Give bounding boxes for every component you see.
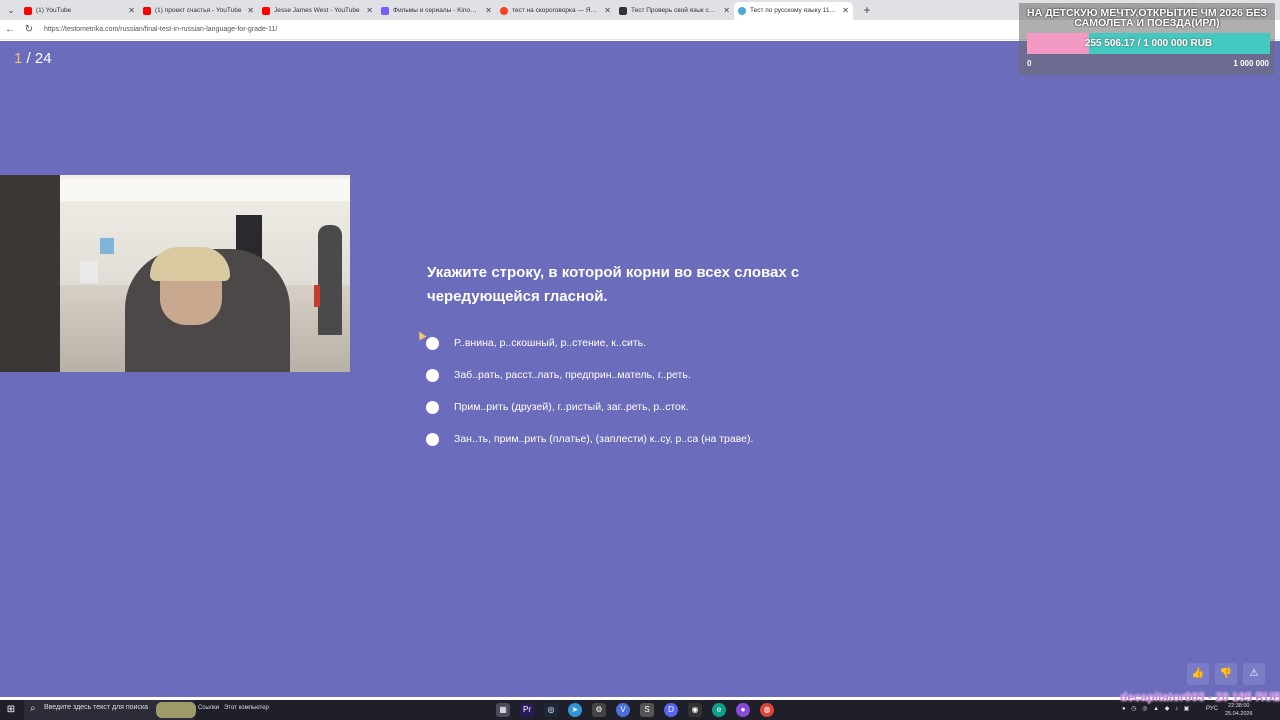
- tab-label: Фильмы и сериалы - Kinobox.in: [393, 7, 480, 14]
- discord-icon[interactable]: D: [664, 703, 678, 717]
- thumbs-up-icon[interactable]: 👍: [1187, 663, 1209, 685]
- tab-label: Тест по русскому языку 11 класс: [750, 7, 837, 14]
- tray-icons[interactable]: ● ◷ ◎ ▲ ◆ ♪ ▣: [1122, 705, 1191, 712]
- app-icon[interactable]: ●: [736, 703, 750, 717]
- tab-label: (1) проект счастья - YouTube: [155, 7, 242, 14]
- tab-label: Jesse James West - YouTube: [274, 7, 360, 14]
- question-counter: 1 / 24: [14, 50, 52, 67]
- tab-label: (1) YouTube: [36, 7, 72, 14]
- answer-label: Р..внина, р..скошный, р..стение, к..сить…: [454, 337, 647, 349]
- taskbar-apps: ▦ Pr ◎ ➤ ⚙ V S D ◉ e ● ◍: [496, 703, 784, 717]
- youtube-icon: [143, 7, 151, 15]
- answer-option[interactable]: Зан..ть, прим..рить (платье), (заплести)…: [426, 423, 753, 455]
- answer-label: Зан..ть, прим..рить (платье), (заплести)…: [454, 433, 754, 445]
- goal-progress-bar: 255 506.17 / 1 000 000 RUB: [1027, 33, 1270, 54]
- language-indicator[interactable]: РУС: [1206, 706, 1218, 712]
- play-icon: [381, 7, 389, 15]
- answer-option[interactable]: Прим..рить (друзей), г..ристый, заг..рет…: [426, 391, 753, 423]
- close-icon[interactable]: ✕: [723, 2, 730, 20]
- webcam-figure: [318, 225, 342, 335]
- settings-gear-icon[interactable]: ⚙: [592, 703, 606, 717]
- new-tab-button[interactable]: +: [860, 2, 874, 18]
- clock-date: 25.04.2026: [1225, 711, 1253, 717]
- close-icon[interactable]: ✕: [128, 2, 135, 20]
- tab-test-russian[interactable]: Тест по русскому языку 11 класс ✕: [734, 2, 853, 20]
- warning-icon[interactable]: ⚠: [1243, 663, 1265, 685]
- quiz-page: 1 / 24 Укажите строку, в которой корни в…: [0, 41, 1280, 697]
- premiere-icon[interactable]: Pr: [520, 703, 534, 717]
- tab-kinobox[interactable]: Фильмы и сериалы - Kinobox.in ✕: [377, 2, 496, 20]
- tab-youtube-1[interactable]: (1) YouTube ✕: [20, 2, 139, 20]
- back-arrow-icon[interactable]: ←: [3, 23, 17, 37]
- current-question: 1: [14, 50, 23, 67]
- search-placeholder: Введите здесь текст для поиска: [44, 704, 149, 711]
- reload-icon[interactable]: ↻: [22, 23, 36, 37]
- close-icon[interactable]: ✕: [604, 2, 611, 20]
- donation-alert: decapitator003 - 20 195 RUB: [1120, 690, 1280, 704]
- webcam-streamer-hair: [150, 247, 230, 281]
- windows-taskbar: ⊞ ⌕ Введите здесь текст для поиска Ссылк…: [0, 700, 1280, 720]
- tab-label: тест на скороговорка — Яндекс: [512, 7, 599, 14]
- links-toolbar[interactable]: Ссылки: [198, 705, 219, 711]
- url-field[interactable]: https://testometrika.com/russian/final-t…: [44, 24, 277, 36]
- youtube-icon: [24, 7, 32, 15]
- question-text: Укажите строку, в которой корни во всех …: [427, 264, 800, 305]
- vpn-icon[interactable]: V: [616, 703, 630, 717]
- close-icon[interactable]: ✕: [842, 2, 849, 20]
- search-icon: ⌕: [30, 703, 36, 714]
- answer-option[interactable]: Заб..рать, расст..лать, предприн..матель…: [426, 359, 753, 391]
- webcam-extinguisher: [314, 285, 320, 307]
- answer-label: Заб..рать, расст..лать, предприн..матель…: [454, 369, 691, 381]
- webcam-jersey: [80, 261, 98, 283]
- system-tray: ● ◷ ◎ ▲ ◆ ♪ ▣ РУС: [1120, 702, 1280, 718]
- tab-yandex[interactable]: тест на скороговорка — Яндекс ✕: [496, 2, 615, 20]
- answer-label: Прим..рить (друзей), г..ристый, заг..рет…: [454, 401, 689, 413]
- this-pc-toolbar[interactable]: Этот компьютер: [224, 705, 269, 711]
- answer-option[interactable]: Р..внина, р..скошный, р..стение, к..сить…: [426, 327, 753, 359]
- radio-button[interactable]: [426, 336, 439, 350]
- tab-strip: (1) YouTube ✕ (1) проект счастья - YouTu…: [20, 2, 853, 20]
- testometrika-icon: [738, 7, 746, 15]
- chrome-icon[interactable]: ◍: [760, 703, 774, 717]
- taskbar-clock[interactable]: 22:38:00 25.04.2026: [1225, 702, 1253, 718]
- webcam-shadow: [0, 175, 60, 372]
- radio-button[interactable]: [426, 432, 439, 446]
- task-view-icon[interactable]: ▦: [496, 703, 510, 717]
- goal-min: 0: [1027, 59, 1032, 68]
- tab-label: Тест Проверь свой язык скорог: [631, 7, 718, 14]
- total-questions: / 24: [26, 50, 52, 67]
- windows-start-icon[interactable]: ⊞: [4, 703, 18, 717]
- tab-search-icon[interactable]: ⌄: [4, 3, 18, 17]
- tab-youtube-2[interactable]: (1) проект счастья - YouTube ✕: [139, 2, 258, 20]
- telegram-icon[interactable]: ➤: [568, 703, 582, 717]
- webcam-ceiling: [30, 179, 350, 201]
- radio-button[interactable]: [426, 368, 439, 382]
- mouse-cursor-icon: [415, 329, 427, 341]
- tab-youtube-3[interactable]: Jesse James West - YouTube ✕: [258, 2, 377, 20]
- thumbs-down-icon[interactable]: 👎: [1215, 663, 1237, 685]
- yandex-icon: [500, 7, 508, 15]
- goal-max: 1 000 000: [1233, 59, 1269, 68]
- radio-button[interactable]: [426, 400, 439, 414]
- steam-chat-icon[interactable]: S: [640, 703, 654, 717]
- youtube-icon: [262, 7, 270, 15]
- edge-icon[interactable]: e: [712, 703, 726, 717]
- close-icon[interactable]: ✕: [247, 2, 254, 20]
- site-icon: [619, 7, 627, 15]
- donation-goal-widget: НА ДЕТСКУЮ МЕЧТУ,ОТКРЫТИЕ ЧМ 2026 БЕЗ СА…: [1019, 3, 1275, 75]
- obs-icon[interactable]: ◉: [688, 703, 702, 717]
- close-icon[interactable]: ✕: [366, 2, 373, 20]
- close-icon[interactable]: ✕: [485, 2, 492, 20]
- answer-list: Р..внина, р..скошный, р..стение, к..сить…: [426, 327, 753, 455]
- goal-amount: 255 506.17 / 1 000 000 RUB: [1084, 38, 1213, 49]
- webcam-overlay: [0, 175, 350, 372]
- tab-test-speech[interactable]: Тест Проверь свой язык скорог ✕: [615, 2, 734, 20]
- steam-icon[interactable]: ◎: [544, 703, 558, 717]
- webcam-jersey: [100, 238, 114, 254]
- goal-title: НА ДЕТСКУЮ МЕЧТУ,ОТКРЫТИЕ ЧМ 2026 БЕЗ СА…: [1027, 7, 1267, 29]
- search-highlight-image[interactable]: [156, 702, 196, 718]
